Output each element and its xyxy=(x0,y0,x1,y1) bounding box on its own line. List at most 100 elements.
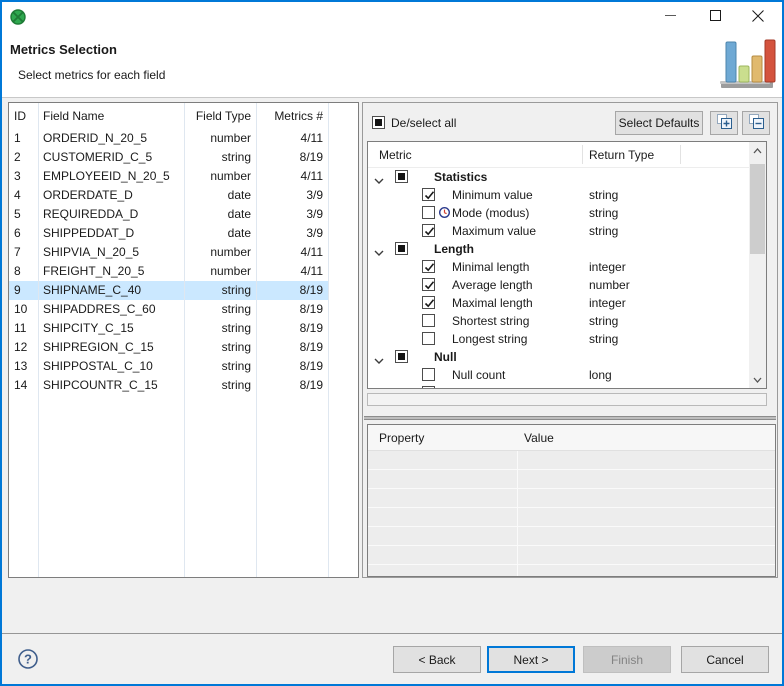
value-column-header: Value xyxy=(524,425,554,451)
tree-group-row[interactable]: Length xyxy=(368,240,749,258)
finish-button[interactable]: Finish xyxy=(583,646,671,673)
field-cell xyxy=(328,357,358,376)
item-label: Maximal length xyxy=(452,294,533,312)
group-checkbox[interactable] xyxy=(395,170,408,183)
field-row[interactable]: 8FREIGHT_N_20_5number4/11 xyxy=(9,262,358,281)
field-row[interactable]: 3EMPLOYEEID_N_20_5number4/11 xyxy=(9,167,358,186)
field-cell: SHIPVIA_N_20_5 xyxy=(38,243,184,262)
tree-scrollbar[interactable] xyxy=(749,142,766,388)
metrics-tree-header: Metric Return Type xyxy=(368,142,749,168)
field-row[interactable]: 12SHIPREGION_C_15string8/19 xyxy=(9,338,358,357)
item-checkbox[interactable] xyxy=(422,260,435,273)
column-header-field-name: Field Name xyxy=(38,103,184,129)
select-defaults-button[interactable]: Select Defaults xyxy=(615,111,703,135)
tree-item-row[interactable]: Mode (modus)string xyxy=(368,204,749,222)
group-checkbox[interactable] xyxy=(395,350,408,363)
field-row[interactable]: 11SHIPCITY_C_15string8/19 xyxy=(9,319,358,338)
field-cell: 3 xyxy=(9,167,38,186)
field-row[interactable]: 13SHIPPOSTAL_C_10string8/19 xyxy=(9,357,358,376)
cancel-button[interactable]: Cancel xyxy=(681,646,769,673)
tree-item-row[interactable]: Minimal lengthinteger xyxy=(368,258,749,276)
group-checkbox[interactable] xyxy=(395,242,408,255)
field-row[interactable]: 10SHIPADDRES_C_60string8/19 xyxy=(9,300,358,319)
deselect-all-checkbox[interactable] xyxy=(372,116,385,129)
field-cell: number xyxy=(184,262,256,281)
item-checkbox[interactable] xyxy=(422,188,435,201)
item-return-type: string xyxy=(589,204,618,222)
tree-item-row[interactable]: Maximal lengthinteger xyxy=(368,294,749,312)
next-button[interactable]: Next > xyxy=(487,646,575,673)
tree-item-row[interactable]: Average lengthnumber xyxy=(368,276,749,294)
field-cell: SHIPCITY_C_15 xyxy=(38,319,184,338)
field-cell xyxy=(328,243,358,262)
field-cell: EMPLOYEEID_N_20_5 xyxy=(38,167,184,186)
collapse-all-button[interactable] xyxy=(742,111,770,135)
item-checkbox[interactable] xyxy=(422,296,435,309)
minimize-button[interactable] xyxy=(650,2,690,32)
expand-all-button[interactable] xyxy=(710,111,738,135)
tree-horizontal-scrollbar[interactable] xyxy=(367,393,767,406)
field-cell xyxy=(328,129,358,148)
field-cell: 4 xyxy=(9,186,38,205)
bar-chart-icon xyxy=(718,35,776,94)
item-label: Longest string xyxy=(452,330,527,348)
maximize-button[interactable] xyxy=(695,2,735,32)
tree-group-row[interactable]: Null xyxy=(368,348,749,366)
tree-item-row[interactable]: Maximum valuestring xyxy=(368,222,749,240)
field-cell: 8/19 xyxy=(256,300,328,319)
item-label: Shortest string xyxy=(452,312,529,330)
back-button[interactable]: < Back xyxy=(393,646,481,673)
field-row[interactable]: 1ORDERID_N_20_5number4/11 xyxy=(9,129,358,148)
property-row[interactable] xyxy=(368,527,775,546)
help-button[interactable]: ? xyxy=(17,648,39,670)
property-row[interactable] xyxy=(368,470,775,489)
field-cell: 11 xyxy=(9,319,38,338)
field-cell: 8/19 xyxy=(256,319,328,338)
field-cell xyxy=(328,338,358,357)
tree-group-row[interactable]: Statistics xyxy=(368,168,749,186)
field-cell: date xyxy=(184,224,256,243)
item-checkbox[interactable] xyxy=(422,332,435,345)
item-checkbox[interactable] xyxy=(422,386,435,388)
field-row[interactable]: 4ORDERDATE_Ddate3/9 xyxy=(9,186,358,205)
item-checkbox[interactable] xyxy=(422,278,435,291)
banner: Metrics Selection Select metrics for eac… xyxy=(2,32,782,98)
column-header-field-type: Field Type xyxy=(184,103,256,129)
field-row[interactable]: 7SHIPVIA_N_20_5number4/11 xyxy=(9,243,358,262)
property-row[interactable] xyxy=(368,508,775,527)
field-cell: 8/19 xyxy=(256,376,328,395)
deselect-all-label[interactable]: De/select all xyxy=(391,116,456,130)
field-cell xyxy=(328,148,358,167)
property-row[interactable] xyxy=(368,546,775,565)
field-row[interactable]: 2CUSTOMERID_C_5string8/19 xyxy=(9,148,358,167)
property-panel: Property Value xyxy=(367,424,776,577)
scroll-thumb[interactable] xyxy=(750,164,765,254)
field-row[interactable]: 5REQUIREDDA_Ddate3/9 xyxy=(9,205,358,224)
item-checkbox[interactable] xyxy=(422,206,435,219)
field-cell: number xyxy=(184,129,256,148)
field-cell: 6 xyxy=(9,224,38,243)
splitter-sash[interactable] xyxy=(364,416,776,420)
field-row[interactable]: 6SHIPPEDDAT_Ddate3/9 xyxy=(9,224,358,243)
field-cell: string xyxy=(184,357,256,376)
tree-item-row[interactable]: Longest stringstring xyxy=(368,330,749,348)
field-cell: 3/9 xyxy=(256,205,328,224)
scroll-down-button[interactable] xyxy=(749,371,766,388)
item-checkbox[interactable] xyxy=(422,314,435,327)
property-row[interactable] xyxy=(368,489,775,508)
property-row[interactable] xyxy=(368,451,775,470)
close-button[interactable] xyxy=(738,2,778,32)
item-return-type: number xyxy=(589,276,630,294)
tree-item-row[interactable]: Minimum valuestring xyxy=(368,186,749,204)
scroll-up-button[interactable] xyxy=(749,142,766,159)
field-cell: number xyxy=(184,243,256,262)
field-cell: SHIPADDRES_C_60 xyxy=(38,300,184,319)
tree-item-row[interactable]: Null countlong xyxy=(368,366,749,384)
item-checkbox[interactable] xyxy=(422,224,435,237)
field-row[interactable]: 14SHIPCOUNTR_C_15string8/19 xyxy=(9,376,358,395)
tree-item-row[interactable]: Shortest stringstring xyxy=(368,312,749,330)
field-cell: date xyxy=(184,205,256,224)
column-divider xyxy=(582,145,583,164)
field-row[interactable]: 9SHIPNAME_C_40string8/19 xyxy=(9,281,358,300)
item-checkbox[interactable] xyxy=(422,368,435,381)
